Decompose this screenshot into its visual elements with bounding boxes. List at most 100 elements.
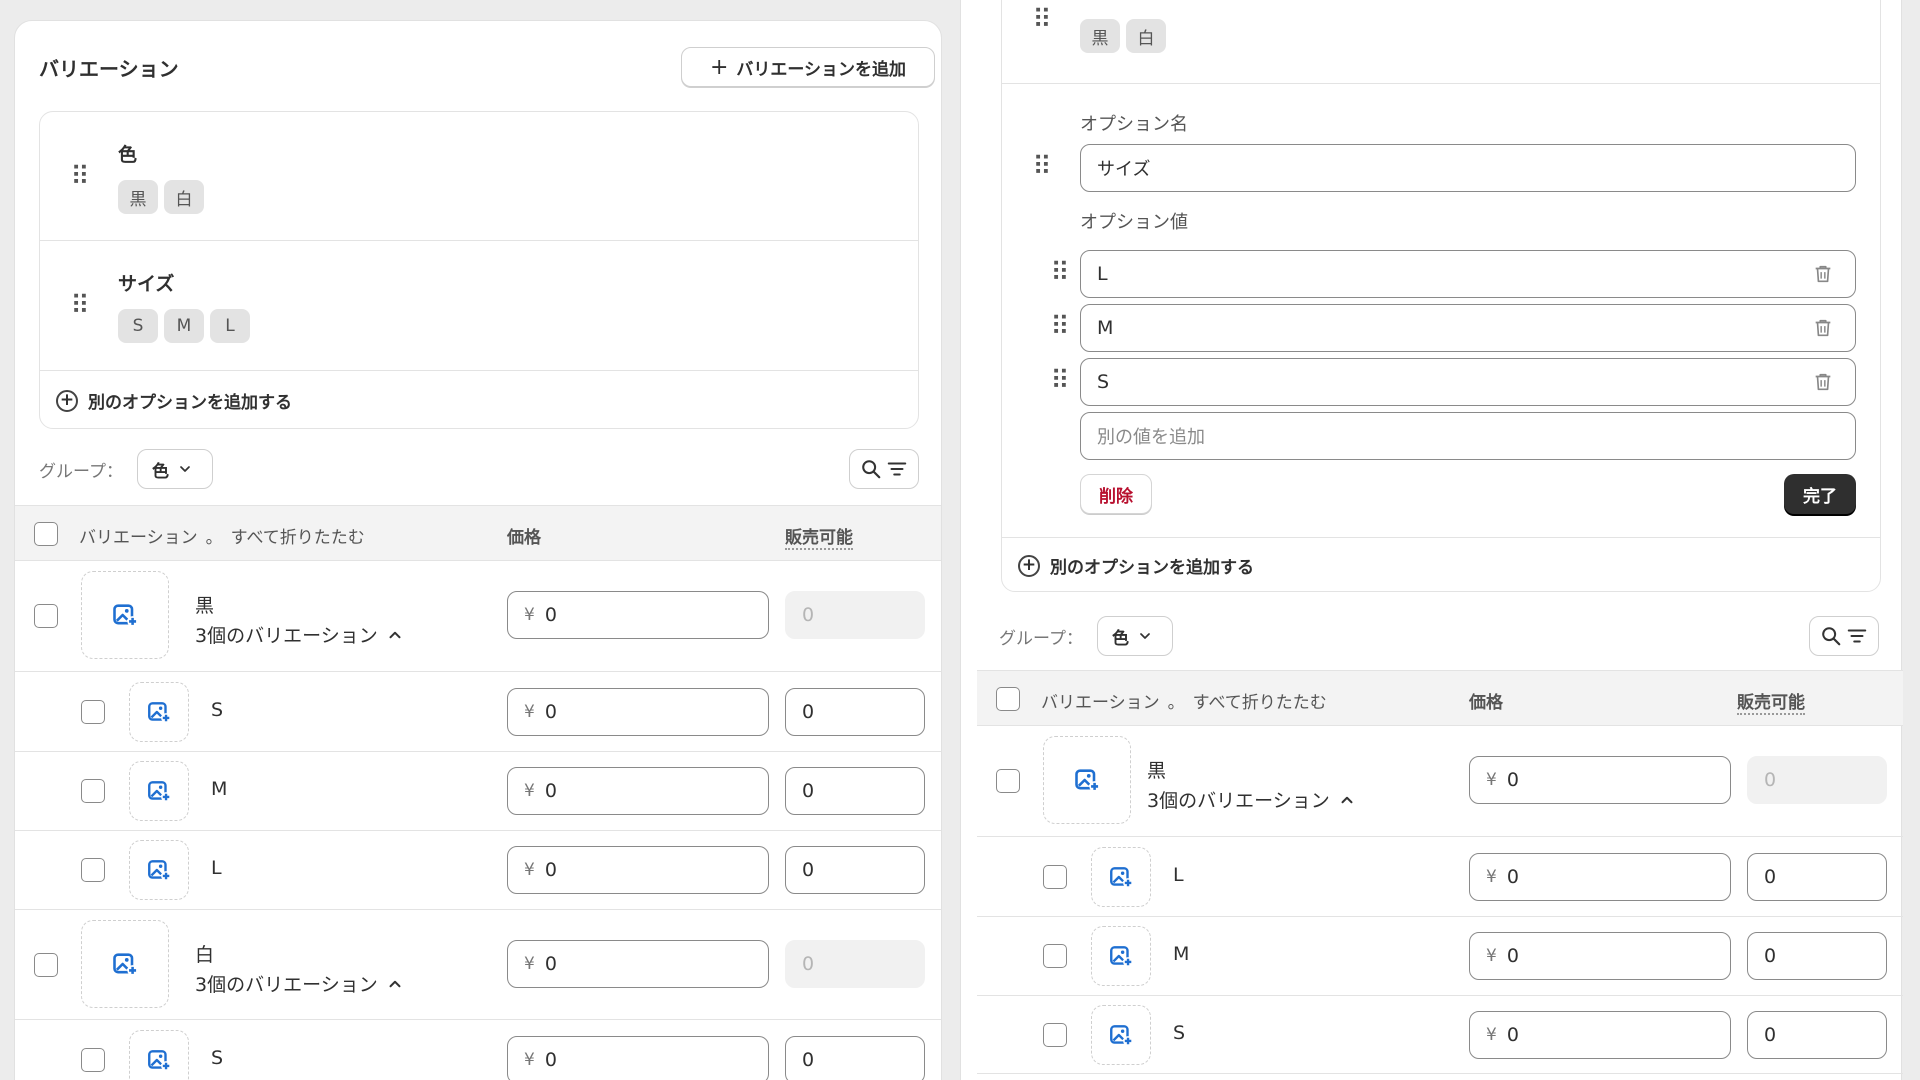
image-add-icon [146,857,172,883]
done-button[interactable]: 完了 [1784,474,1856,514]
image-placeholder[interactable] [1091,1005,1151,1065]
search-icon [860,458,882,480]
image-placeholder[interactable] [1091,926,1151,986]
row-checkbox[interactable] [81,858,105,882]
row-checkbox[interactable] [81,1048,105,1072]
image-placeholder[interactable] [81,920,169,1008]
filter-icon [886,458,908,480]
available-input[interactable]: 0 [785,767,925,815]
available-input[interactable]: 0 [1747,1011,1887,1059]
image-placeholder[interactable] [1091,847,1151,907]
select-all-checkbox[interactable] [34,522,58,546]
drag-handle-icon[interactable]: ⠿ [1030,7,1052,33]
add-option-link[interactable]: + 別のオプションを追加する [40,370,918,428]
price-input[interactable]: ¥ 0 [507,688,769,736]
available-value: 0 [1764,769,1777,791]
search-filter-button[interactable] [849,449,919,489]
variant-name: L [211,857,222,879]
available-input[interactable]: 0 [785,688,925,736]
option-row-color[interactable]: ⠿ 色 黒 白 [40,112,918,240]
row-checkbox[interactable] [81,779,105,803]
price-input[interactable]: ¥ 0 [507,591,769,639]
available-input[interactable]: 0 [785,1036,925,1080]
variant-count-toggle[interactable]: 3個のバリエーション [1147,786,1356,813]
delete-option-button[interactable]: 削除 [1080,474,1152,514]
currency-symbol: ¥ [524,702,535,722]
add-value-input[interactable]: 別の値を追加 [1080,412,1856,460]
available-value: 0 [802,604,815,626]
drag-handle-icon[interactable]: ⠿ [1048,368,1070,394]
image-placeholder[interactable] [129,761,189,821]
row-checkbox[interactable] [1043,865,1067,889]
trash-icon[interactable] [1812,263,1834,285]
option-name-input[interactable]: サイズ [1080,144,1856,192]
price-input[interactable]: ¥ 0 [507,940,769,988]
group-select[interactable]: 色 [1097,616,1173,656]
variant-name: S [1173,1022,1186,1044]
row-checkbox[interactable] [34,953,58,977]
price-input[interactable]: ¥ 0 [1469,1011,1731,1059]
image-placeholder[interactable] [129,1030,189,1080]
available-value: 0 [802,953,815,975]
group-row: 黒 3個のバリエーション ¥ 0 0 [977,726,1903,836]
option-row-color[interactable]: ⠿ 黒 白 [1002,0,1880,83]
drag-handle-icon[interactable]: ⠿ [1030,154,1052,180]
add-variant-button[interactable]: + バリエーションを追加 [681,47,935,87]
group-row: 白 3個のバリエーション ¥ 0 0 [15,909,941,1019]
price-input[interactable]: ¥ 0 [507,767,769,815]
image-placeholder[interactable] [129,682,189,742]
group-label: グループ： [39,462,123,482]
price-input[interactable]: ¥ 0 [1469,932,1731,980]
chevron-up-icon [1338,791,1356,809]
variant-count-toggle[interactable]: 3個のバリエーション [195,621,404,648]
col-variant-label: バリエーション [1041,693,1160,713]
image-placeholder[interactable] [81,571,169,659]
card-title: バリエーション [39,57,179,81]
image-placeholder[interactable] [129,840,189,900]
row-checkbox[interactable] [1043,944,1067,968]
price-input[interactable]: ¥ 0 [1469,756,1731,804]
col-available[interactable]: 販売可能 [785,523,853,550]
option-value-input[interactable]: M [1080,304,1856,352]
option-row-size[interactable]: ⠿ サイズ S M L [40,240,918,370]
variant-row: S ¥ 0 0 [15,671,941,751]
group-label: グループ： [999,629,1083,649]
search-filter-button[interactable] [1809,616,1879,656]
drag-handle-icon[interactable]: ⠿ [68,164,90,190]
price-input[interactable]: ¥ 0 [507,1036,769,1080]
option-value-input[interactable]: L [1080,250,1856,298]
collapse-all-link[interactable]: すべて折りたたむ [1193,688,1327,713]
variant-count-toggle[interactable]: 3個のバリエーション [195,970,404,997]
image-placeholder[interactable] [1043,736,1131,824]
available-input[interactable]: 0 [1747,853,1887,901]
available-input[interactable]: 0 [1747,932,1887,980]
price-input[interactable]: ¥ 0 [1469,853,1731,901]
select-all-checkbox[interactable] [996,687,1020,711]
drag-handle-icon[interactable]: ⠿ [1048,260,1070,286]
collapse-all-link[interactable]: すべて折りたたむ [231,523,365,548]
value-chip: 白 [164,180,204,214]
option-value-input[interactable]: S [1080,358,1856,406]
trash-icon[interactable] [1812,317,1834,339]
variant-row: M ¥ 0 0 [977,916,1903,995]
value-chip: M [164,309,204,343]
add-option-link[interactable]: + 別のオプションを追加する [1002,537,1880,591]
option-value: S [1097,371,1110,393]
col-sep: 。 [205,528,223,548]
row-checkbox[interactable] [996,769,1020,793]
price-input[interactable]: ¥ 0 [507,846,769,894]
group-select[interactable]: 色 [137,449,213,489]
variant-count: 3個のバリエーション [195,625,378,647]
row-checkbox[interactable] [1043,1023,1067,1047]
available-value: 0 [802,859,815,881]
available-input[interactable]: 0 [785,846,925,894]
row-checkbox[interactable] [81,700,105,724]
drag-handle-icon[interactable]: ⠿ [68,293,90,319]
drag-handle-icon[interactable]: ⠿ [1048,314,1070,340]
row-checkbox[interactable] [34,604,58,628]
col-variant-label: バリエーション [79,528,198,548]
filter-icon [1846,625,1868,647]
col-available[interactable]: 販売可能 [1737,688,1805,715]
variant-name: L [1173,864,1184,886]
trash-icon[interactable] [1812,371,1834,393]
